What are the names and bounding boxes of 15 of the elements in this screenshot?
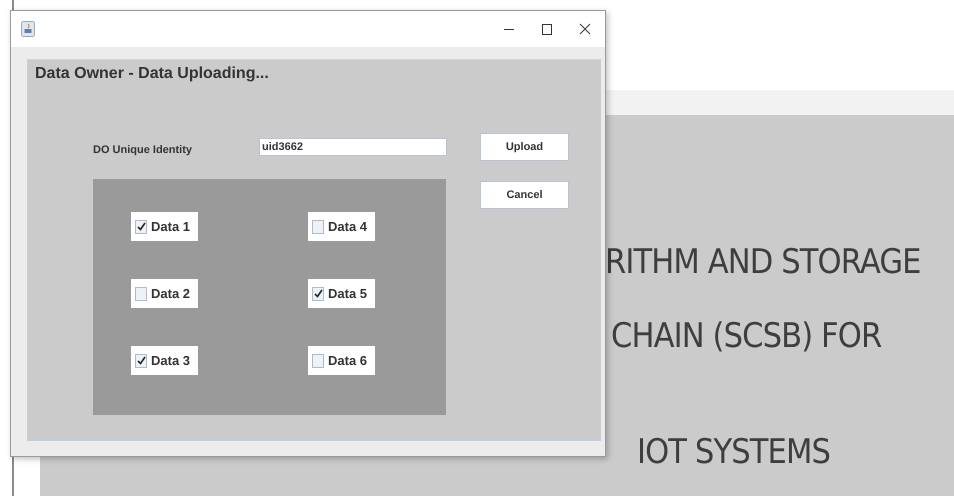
data-checkbox[interactable]: Data 3 bbox=[131, 346, 198, 375]
data-checkbox[interactable]: Data 4 bbox=[308, 212, 375, 241]
data-checkbox[interactable]: Data 2 bbox=[131, 279, 198, 308]
data-checkbox[interactable]: Data 5 bbox=[308, 279, 375, 308]
dialog-button[interactable]: Cancel bbox=[480, 181, 569, 209]
java-cup-icon bbox=[21, 21, 35, 37]
dialog-button[interactable]: Upload bbox=[480, 133, 569, 161]
page-heading-line: IOT SYSTEMS bbox=[637, 432, 830, 472]
identity-field[interactable]: uid3662 bbox=[259, 138, 447, 156]
data-checkbox[interactable]: Data 6 bbox=[308, 346, 375, 375]
identity-label: DO Unique Identity bbox=[93, 144, 193, 156]
data-checkbox[interactable]: Data 1 bbox=[131, 212, 198, 241]
dialog-heading: Data Owner - Data Uploading... bbox=[35, 65, 270, 83]
page-heading-line: CHAIN (SCSB) FOR bbox=[611, 316, 882, 356]
page-heading-line: RITHM AND STORAGE bbox=[605, 242, 921, 282]
